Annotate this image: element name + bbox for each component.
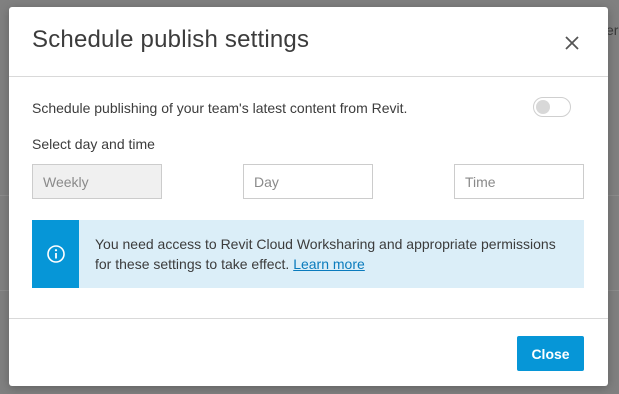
schedule-publish-dialog: Schedule publish settings Schedule publi…: [9, 7, 608, 386]
learn-more-link[interactable]: Learn more: [293, 256, 365, 272]
toggle-knob: [536, 100, 550, 114]
info-icon: [47, 245, 65, 263]
schedule-publishing-label: Schedule publishing of your team's lates…: [32, 100, 408, 116]
time-field[interactable]: [454, 164, 584, 199]
day-field[interactable]: [243, 164, 373, 199]
dialog-header: Schedule publish settings: [9, 7, 608, 77]
frequency-field[interactable]: [32, 164, 162, 199]
dialog-title: Schedule publish settings: [32, 26, 310, 53]
schedule-publishing-toggle[interactable]: [533, 97, 571, 117]
select-day-time-label: Select day and time: [32, 136, 155, 152]
close-button[interactable]: Close: [517, 336, 584, 371]
dialog-footer: Close: [9, 318, 608, 386]
info-banner: You need access to Revit Cloud Workshari…: [32, 220, 584, 288]
info-icon-box: [32, 220, 79, 288]
info-message: You need access to Revit Cloud Workshari…: [95, 234, 565, 274]
close-icon[interactable]: [561, 32, 583, 54]
